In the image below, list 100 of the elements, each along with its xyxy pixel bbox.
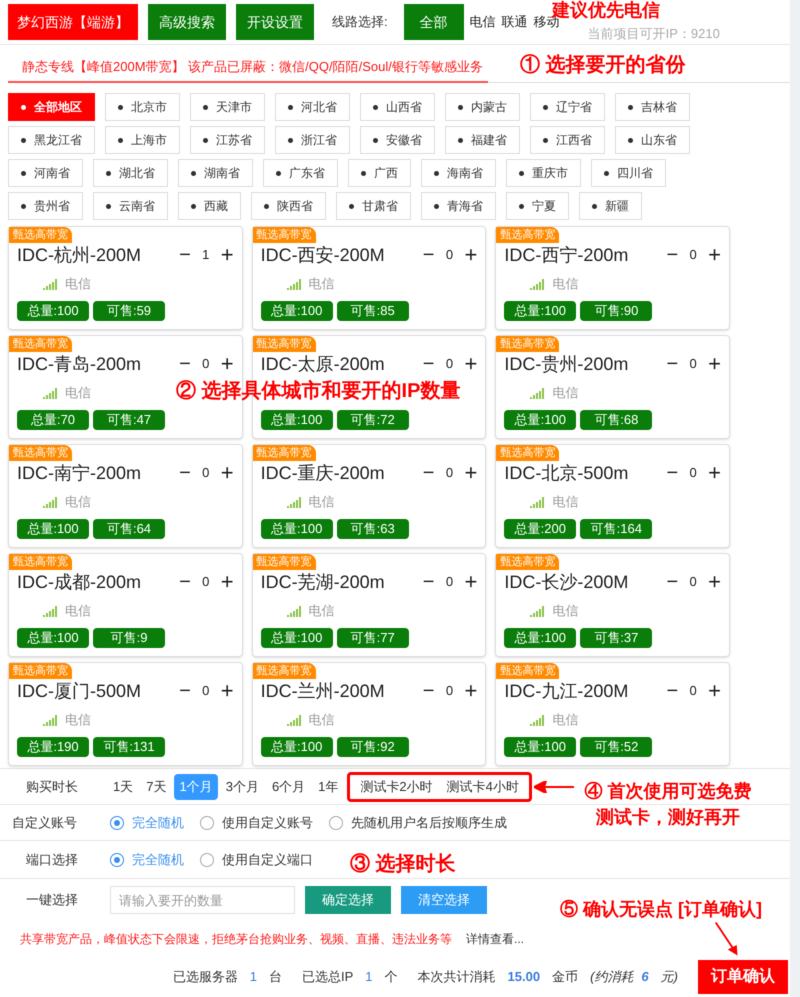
arrow xyxy=(534,780,574,792)
cost-unit: 金币 xyxy=(552,968,578,986)
quantity-value: 0 xyxy=(444,573,454,592)
decrease-button[interactable]: − xyxy=(666,572,678,592)
region-option[interactable]: 江西省 xyxy=(530,126,605,154)
increase-button[interactable]: + xyxy=(220,354,234,374)
region-option[interactable]: 辽宁省 xyxy=(530,93,605,121)
details-link[interactable]: 详情查看... xyxy=(466,930,524,948)
nav-button[interactable]: 高级搜索 xyxy=(148,4,226,40)
region-option[interactable]: 河北省 xyxy=(275,93,350,121)
region-option[interactable]: 河南省 xyxy=(8,159,83,187)
increase-button[interactable]: + xyxy=(464,572,478,592)
region-option[interactable]: 天津市 xyxy=(190,93,265,121)
decrease-button[interactable]: − xyxy=(179,681,191,701)
ip-unit: 个 xyxy=(384,968,398,986)
region-option[interactable]: 西藏 xyxy=(178,192,241,220)
region-option[interactable]: 广西 xyxy=(348,159,411,187)
game-button[interactable]: 梦幻西游【端游】 xyxy=(8,4,138,40)
line-option[interactable]: 电信 xyxy=(470,12,496,32)
increase-button[interactable]: + xyxy=(464,245,478,265)
duration-option[interactable]: 6个月 xyxy=(266,774,310,800)
radio-option[interactable]: 使用自定义端口 xyxy=(200,850,313,870)
increase-button[interactable]: + xyxy=(220,245,234,265)
decrease-button[interactable]: − xyxy=(422,681,434,701)
decrease-button[interactable]: − xyxy=(666,354,678,374)
increase-button[interactable]: + xyxy=(220,572,234,592)
server-name: IDC-成都-200m xyxy=(17,571,142,594)
increase-button[interactable]: + xyxy=(708,572,721,592)
increase-button[interactable]: + xyxy=(464,463,478,483)
increase-button[interactable]: + xyxy=(708,245,721,265)
decrease-button[interactable]: − xyxy=(179,572,191,592)
decrease-button[interactable]: − xyxy=(422,245,434,265)
region-option[interactable]: 湖北省 xyxy=(93,159,168,187)
region-option[interactable]: 山西省 xyxy=(360,93,435,121)
increase-button[interactable]: + xyxy=(464,681,478,701)
duration-option[interactable]: 3个月 xyxy=(220,774,264,800)
increase-button[interactable]: + xyxy=(708,463,721,483)
region-option[interactable]: 浙江省 xyxy=(275,126,350,154)
server-name: IDC-太原-200m xyxy=(260,353,385,376)
increase-button[interactable]: + xyxy=(464,354,478,374)
increase-button[interactable]: + xyxy=(708,354,721,374)
total-count: 总量:100 xyxy=(260,519,333,539)
region-option[interactable]: 云南省 xyxy=(93,192,168,220)
increase-button[interactable]: + xyxy=(220,463,234,483)
line-option[interactable]: 联通 xyxy=(502,12,528,32)
region-option[interactable]: 黑龙江省 xyxy=(8,126,95,154)
decrease-button[interactable]: − xyxy=(179,354,191,374)
available-count: 可售:92 xyxy=(336,737,409,757)
region-option[interactable]: 吉林省 xyxy=(615,93,690,121)
radio-option[interactable]: 使用自定义账号 xyxy=(200,812,313,832)
region-option[interactable]: 北京市 xyxy=(105,93,180,121)
region-option[interactable]: 陕西省 xyxy=(251,192,326,220)
radio-option[interactable]: 先随机用户名后按顺序生成 xyxy=(329,812,507,832)
region-option[interactable]: 上海市 xyxy=(105,126,180,154)
region-option[interactable]: 海南省 xyxy=(421,159,496,187)
increase-button[interactable]: + xyxy=(708,681,721,701)
region-option[interactable]: 贵州省 xyxy=(8,192,83,220)
decrease-button[interactable]: − xyxy=(666,245,678,265)
region-option[interactable]: 江苏省 xyxy=(190,126,265,154)
region-option[interactable]: 湖南省 xyxy=(178,159,253,187)
duration-option[interactable]: 1天 xyxy=(108,774,138,800)
decrease-button[interactable]: − xyxy=(422,572,434,592)
trial-option[interactable]: 测试卡4小时 xyxy=(444,776,521,796)
decrease-button[interactable]: − xyxy=(422,463,434,483)
product-badge: 甄选高带宽 xyxy=(496,663,560,679)
region-option[interactable]: 福建省 xyxy=(445,126,520,154)
line-option[interactable]: 全部 xyxy=(404,4,464,40)
confirm-select-button[interactable]: 确定选择 xyxy=(305,886,391,914)
region-option[interactable]: 山东省 xyxy=(615,126,690,154)
decrease-button[interactable]: − xyxy=(666,681,678,701)
region-option[interactable]: 宁夏 xyxy=(506,192,569,220)
region-option[interactable]: 广东省 xyxy=(263,159,338,187)
product-badge: 甄选高带宽 xyxy=(9,445,72,461)
region-option[interactable]: 新疆 xyxy=(579,192,642,220)
duration-option[interactable]: 1年 xyxy=(313,774,344,800)
server-name: IDC-长沙-200M xyxy=(504,571,628,594)
region-option[interactable]: 安徽省 xyxy=(360,126,435,154)
server-name: IDC-芜湖-200m xyxy=(260,571,385,594)
order-confirm-button[interactable]: 订单确认 xyxy=(698,960,788,994)
duration-option[interactable]: 7天 xyxy=(141,774,172,800)
available-count: 可售:47 xyxy=(93,410,165,430)
nav-button[interactable]: 开设设置 xyxy=(236,4,314,40)
trial-option[interactable]: 测试卡2小时 xyxy=(358,776,435,796)
decrease-button[interactable]: − xyxy=(422,354,434,374)
region-option[interactable]: 全部地区 xyxy=(8,93,95,121)
region-option[interactable]: 内蒙古 xyxy=(445,93,520,121)
region-option[interactable]: 四川省 xyxy=(591,159,666,187)
decrease-button[interactable]: − xyxy=(666,463,678,483)
region-option[interactable]: 青海省 xyxy=(421,192,496,220)
radio-icon xyxy=(110,852,124,866)
account-label: 自定义账号 xyxy=(11,814,78,832)
region-option[interactable]: 甘肃省 xyxy=(336,192,411,220)
region-option[interactable]: 重庆市 xyxy=(506,159,581,187)
decrease-button[interactable]: − xyxy=(179,463,191,483)
increase-button[interactable]: + xyxy=(220,681,234,701)
decrease-button[interactable]: − xyxy=(179,245,191,265)
signal-icon xyxy=(530,714,544,726)
quantity-value: 0 xyxy=(201,464,210,482)
total-count: 总量:100 xyxy=(17,519,89,539)
quantity-input[interactable]: 请输入要开的数量 xyxy=(110,886,295,914)
